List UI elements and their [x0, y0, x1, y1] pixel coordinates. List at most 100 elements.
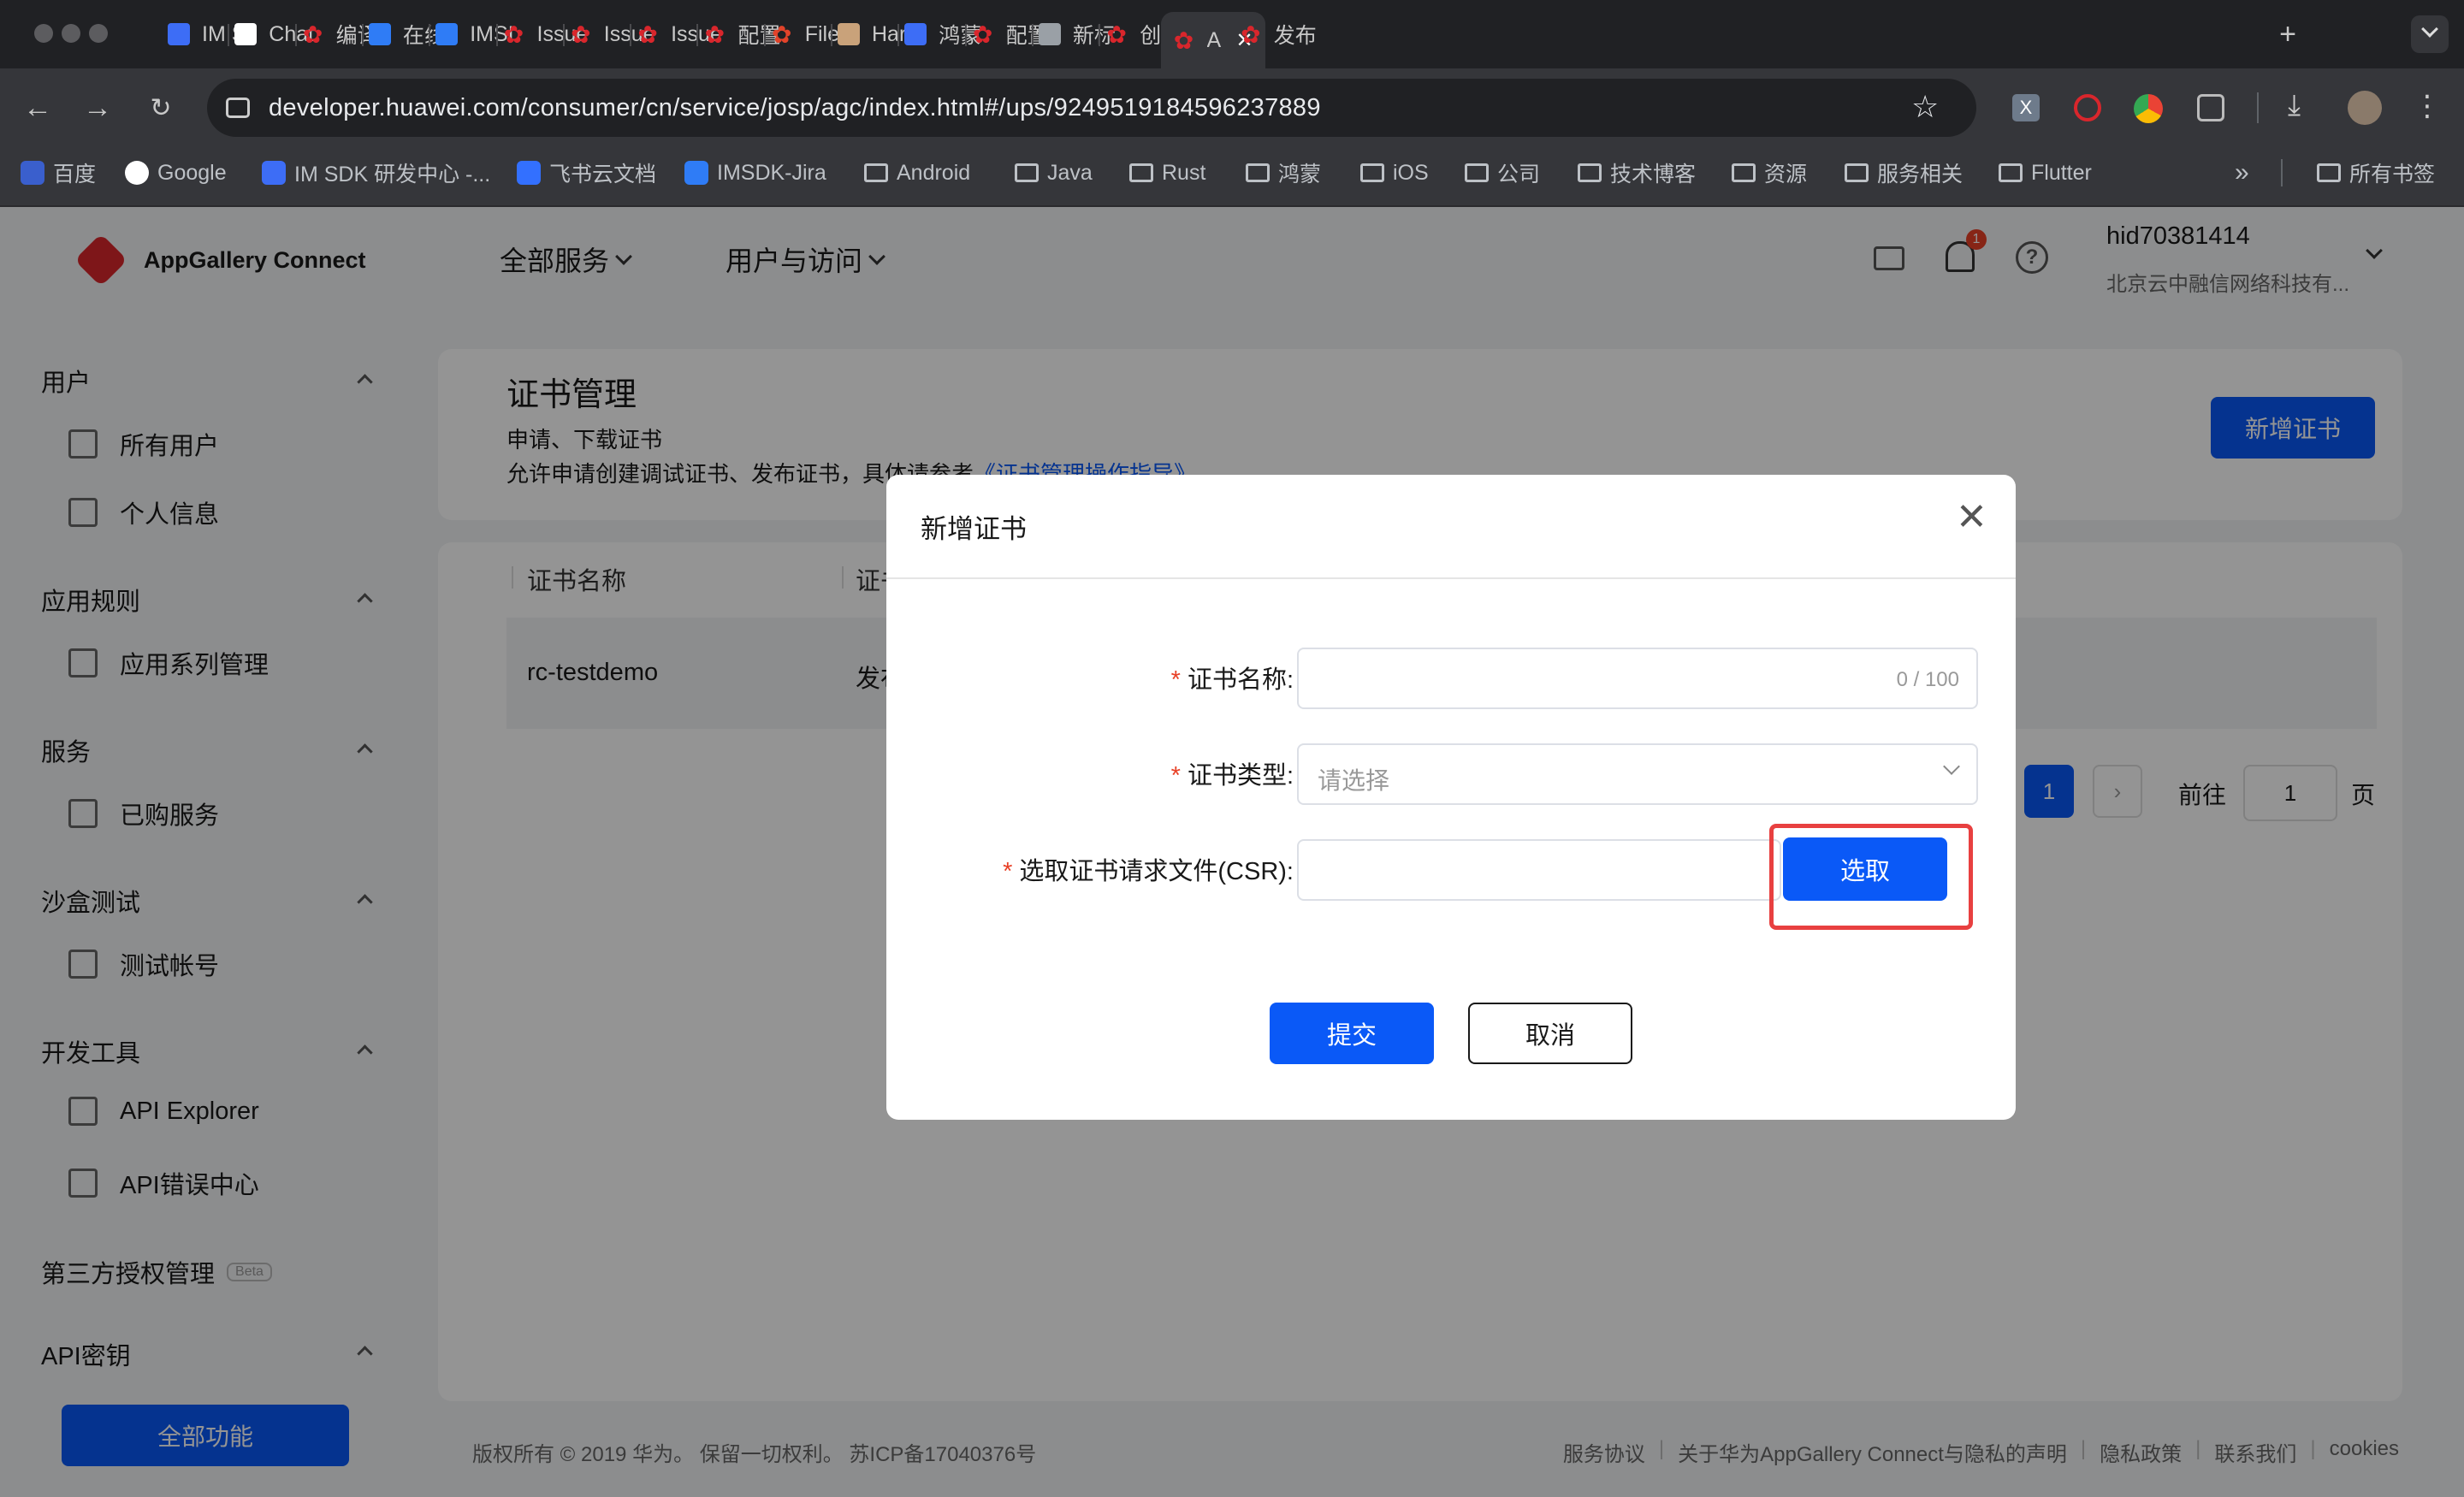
- certificate-type-select[interactable]: 请选择: [1297, 743, 1978, 805]
- tab-separator: [294, 24, 297, 46]
- url-text: developer.huawei.com/consumer/cn/service…: [269, 93, 1321, 121]
- certificate-name-input[interactable]: 0 / 100: [1297, 648, 1978, 709]
- bookmark-7[interactable]: Rust: [1129, 156, 1205, 190]
- jira-icon: [684, 161, 708, 185]
- tab-separator: [763, 24, 766, 46]
- bookmark-9[interactable]: iOS: [1360, 156, 1429, 190]
- huawei-icon: ✿: [503, 21, 524, 48]
- folder-icon: [1015, 163, 1039, 182]
- b-icon: [368, 23, 391, 45]
- reload-icon[interactable]: ↻: [140, 87, 181, 128]
- bookmark-1[interactable]: Google: [125, 156, 227, 190]
- bookmark-10[interactable]: 公司: [1465, 156, 1540, 190]
- cancel-button[interactable]: 取消: [1468, 1003, 1632, 1064]
- huawei-icon: ✿: [571, 21, 591, 48]
- more-bookmarks-icon[interactable]: »: [2235, 156, 2249, 190]
- browser-menu-icon[interactable]: ⋮: [2413, 89, 2442, 123]
- close-icon[interactable]: ✕: [1956, 499, 1987, 536]
- doc-icon: [262, 161, 286, 185]
- jira-icon: [435, 23, 459, 45]
- site-settings-icon[interactable]: [226, 98, 250, 118]
- close-window-icon[interactable]: [34, 24, 53, 43]
- type-placeholder: 请选择: [1318, 767, 1390, 794]
- folder-icon: [1246, 163, 1270, 182]
- doc-icon: [904, 23, 927, 45]
- tab-separator: [1031, 24, 1034, 46]
- agc-icon: ✿: [1173, 27, 1194, 54]
- back-icon[interactable]: ←: [17, 87, 58, 128]
- bookmark-divider: [2281, 159, 2283, 186]
- folder-icon: [1129, 163, 1153, 182]
- bookmark-13[interactable]: 服务相关: [1845, 156, 1963, 190]
- address-bar[interactable]: developer.huawei.com/consumer/cn/service…: [207, 79, 1976, 137]
- forward-icon[interactable]: →: [77, 87, 118, 128]
- bookmark-4[interactable]: IMSDK-Jira: [684, 156, 826, 190]
- type-label-text: 证书类型:: [1187, 762, 1294, 790]
- folder-icon: [1578, 163, 1602, 182]
- name-counter: 0 / 100: [1896, 668, 1959, 691]
- select-csr-button[interactable]: 选取: [1783, 837, 1947, 901]
- folder-icon: [1845, 163, 1869, 182]
- bookmark-12[interactable]: 资源: [1732, 156, 1807, 190]
- bookmark-label: 公司: [1497, 163, 1541, 186]
- huawei-icon: ✿: [1241, 21, 1261, 48]
- bookmark-label: 鸿蒙: [1278, 163, 1322, 186]
- extension-color-icon[interactable]: [2134, 94, 2163, 123]
- tab-separator: [562, 24, 565, 46]
- all-bookmarks[interactable]: 所有书签: [2317, 156, 2435, 190]
- bookmark-label: Java: [1047, 160, 1093, 185]
- tab-16[interactable]: ✿ 发布: [1240, 12, 1325, 56]
- maximize-window-icon[interactable]: [89, 24, 108, 43]
- tab-label: A: [1206, 27, 1222, 52]
- bookmark-3[interactable]: 飞书云文档: [517, 156, 656, 190]
- folder-icon: [1465, 163, 1489, 182]
- tab-separator: [630, 24, 632, 46]
- tab-separator: [495, 24, 498, 46]
- google-icon: [125, 161, 149, 185]
- required-mark: *: [1003, 858, 1013, 885]
- tab-search-button[interactable]: [2411, 15, 2449, 53]
- toolbar-divider: [2257, 92, 2259, 123]
- doc-icon: [168, 23, 190, 45]
- extension-red-icon[interactable]: [2074, 94, 2101, 121]
- huawei-icon: ✿: [704, 21, 726, 48]
- minimize-window-icon[interactable]: [62, 24, 80, 43]
- bookmark-label: IMSDK-Jira: [717, 160, 826, 185]
- new-tab-icon[interactable]: +: [2267, 14, 2308, 55]
- bookmark-label: Google: [157, 160, 227, 185]
- chatgpt-icon: [234, 23, 258, 45]
- name-label: * 证书名称:: [972, 660, 1294, 695]
- extensions-puzzle-icon[interactable]: [2197, 94, 2224, 121]
- download-icon[interactable]: ⤓: [2288, 89, 2301, 122]
- bookmark-8[interactable]: 鸿蒙: [1246, 156, 1321, 190]
- tab-separator: [897, 24, 900, 46]
- bookmark-11[interactable]: 技术博客: [1578, 156, 1696, 190]
- huawei-icon: ✿: [972, 21, 993, 48]
- bookmark-label: 服务相关: [1877, 163, 1964, 186]
- gitlab-icon: ✿: [771, 21, 792, 48]
- huawei-icon: ✿: [637, 21, 658, 48]
- huawei-icon: ✿: [1106, 21, 1127, 48]
- folder-icon: [2317, 163, 2341, 182]
- tab-separator: [429, 24, 431, 46]
- profile-avatar-icon[interactable]: [2348, 91, 2382, 125]
- tab-separator: [831, 24, 832, 46]
- submit-button[interactable]: 提交: [1270, 1003, 1434, 1064]
- tab-separator: [1099, 24, 1101, 46]
- chrome-icon: [1038, 23, 1061, 45]
- csr-file-input[interactable]: [1297, 839, 1781, 901]
- bookmark-0[interactable]: 百度: [21, 156, 96, 190]
- bookmark-14[interactable]: Flutter: [1999, 156, 2092, 190]
- bookmark-2[interactable]: IM SDK 研发中心 -...: [262, 156, 490, 190]
- bookmark-label: 技术博客: [1610, 163, 1697, 186]
- extension-x-icon[interactable]: X: [2012, 94, 2040, 121]
- bookmark-label: Flutter: [2031, 160, 2092, 185]
- bookmark-5[interactable]: Android: [864, 156, 970, 190]
- bookmark-6[interactable]: Java: [1015, 156, 1093, 190]
- csr-label-text: 选取证书请求文件(CSR):: [1019, 858, 1294, 885]
- folder-icon: [864, 163, 888, 182]
- all-bookmarks-label: 所有书签: [2349, 163, 2436, 186]
- bookmark-label: IM SDK 研发中心 -...: [294, 163, 491, 186]
- folder-icon: [1360, 163, 1384, 182]
- bookmark-star-icon[interactable]: ☆: [1911, 89, 1940, 125]
